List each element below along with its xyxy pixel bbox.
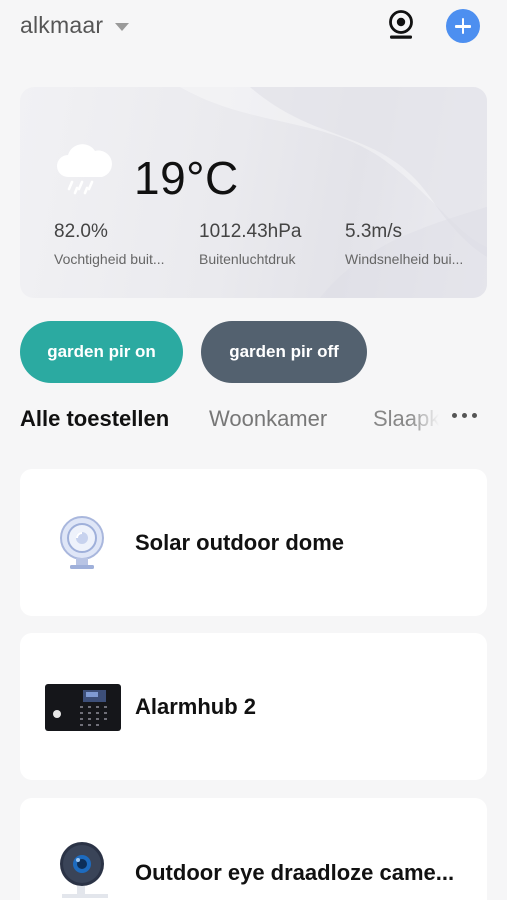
wind-stat: 5.3m/s Windsnelheid bui... — [345, 221, 475, 267]
device-name: Solar outdoor dome — [135, 530, 344, 555]
device-name: Alarmhub 2 — [135, 694, 257, 719]
device-name: Outdoor eye draadloze came... — [135, 860, 455, 885]
room-tabs: Alle toestellen Woonkamer Slaapkamer — [0, 396, 507, 442]
dome-camera-icon — [56, 513, 108, 576]
scene-garden-pir-off-button[interactable]: garden pir off — [201, 321, 367, 383]
pressure-label: Buitenluchtdruk — [199, 251, 296, 267]
rain-cloud-icon — [54, 143, 114, 195]
device-card[interactable]: Alarmhub 2 — [20, 633, 487, 780]
home-name: alkmaar — [20, 12, 104, 38]
temperature: 19°C — [134, 152, 239, 204]
alarm-hub-icon — [45, 684, 121, 736]
scene-garden-pir-on-button[interactable]: garden pir on — [20, 321, 183, 383]
tab-bedroom[interactable]: Slaapkamer — [373, 406, 439, 432]
weather-card[interactable]: 19°C 82.0% Vochtigheid buit... 1012.43hP… — [20, 87, 487, 298]
outdoor-camera-icon — [56, 838, 116, 900]
humidity-stat: 82.0% Vochtigheid buit... — [54, 221, 184, 267]
device-card[interactable]: Solar outdoor dome — [20, 469, 487, 616]
camera-icon[interactable] — [386, 9, 416, 41]
more-dots-icon[interactable] — [452, 410, 480, 422]
tab-living-room[interactable]: Woonkamer — [209, 406, 327, 432]
home-selector[interactable]: alkmaar — [20, 12, 130, 39]
pressure-stat: 1012.43hPa Buitenluchtdruk — [199, 221, 329, 267]
pressure-value: 1012.43hPa — [199, 221, 302, 242]
tab-all-devices[interactable]: Alle toestellen — [20, 406, 169, 432]
humidity-value: 82.0% — [54, 221, 108, 242]
wind-label: Windsnelheid bui... — [345, 251, 464, 267]
wind-value: 5.3m/s — [345, 221, 403, 242]
humidity-label: Vochtigheid buit... — [54, 251, 165, 267]
device-card[interactable]: Outdoor eye draadloze came... — [20, 798, 487, 900]
add-device-button[interactable] — [446, 9, 480, 43]
top-bar: alkmaar — [0, 0, 507, 52]
chevron-down-icon — [115, 22, 130, 31]
